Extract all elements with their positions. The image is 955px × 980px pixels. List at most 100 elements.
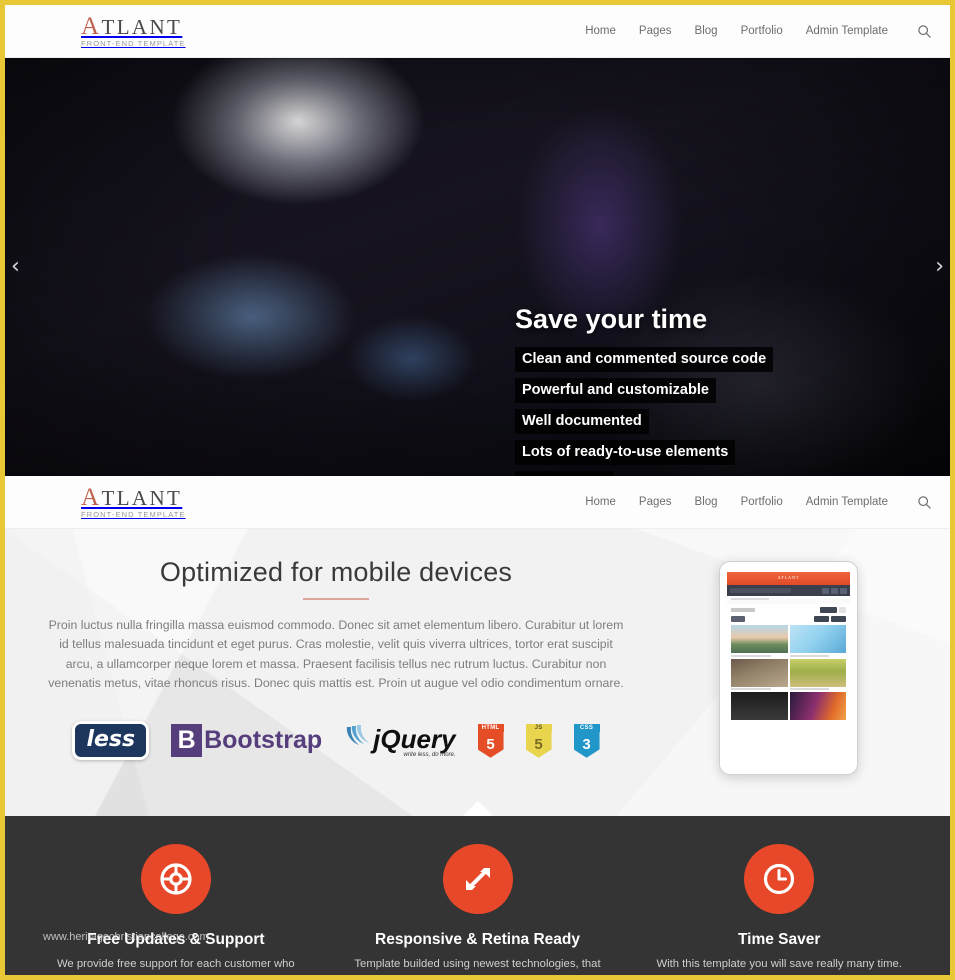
tablet-photo-thumb: [731, 625, 788, 653]
tablet-mockup: ATLANT: [719, 561, 858, 775]
tablet-app-header: ATLANT: [727, 572, 850, 585]
tablet-button: [814, 616, 829, 622]
top-navbar: ATLANT FRONT-END TEMPLATE Home Pages Blo…: [5, 5, 950, 58]
tablet-search-field: [730, 588, 791, 593]
tablet-photo-cell: [789, 625, 846, 657]
hero-content: Save your time Clean and commented sourc…: [515, 304, 774, 476]
less-logo: less: [72, 721, 150, 761]
slider-prev-arrow[interactable]: ‹: [11, 256, 20, 278]
sticky-nav-item-pages[interactable]: Pages: [639, 496, 672, 508]
feature-title: Time Saver: [737, 931, 821, 948]
hero-bullet-4: Lots of ready-to-use elements: [515, 440, 736, 465]
feature-text: With this template you will save really …: [650, 956, 908, 975]
sticky-logo-tagline: FRONT-END TEMPLATE: [81, 510, 186, 520]
feature-responsive-retina: Responsive & Retina Ready Template build…: [327, 844, 629, 975]
tablet-photo-thumb: [789, 658, 846, 687]
css3-logo: CSS 3: [573, 723, 600, 758]
sticky-logo-wordmark: ATLANT: [81, 485, 186, 510]
sticky-nav-item-home[interactable]: Home: [585, 496, 616, 508]
sticky-nav-item-admin-template[interactable]: Admin Template: [806, 496, 888, 508]
jquery-swoosh-icon: [344, 723, 370, 754]
feature-text-before: With this template you will save really …: [656, 958, 902, 975]
tablet-photo-cell: [789, 658, 846, 690]
logo-tagline: FRONT-END TEMPLATE: [81, 39, 186, 49]
feature-title: Responsive & Retina Ready: [375, 931, 581, 948]
feature-time-saver: Time Saver With this template you will s…: [628, 844, 930, 975]
tablet-filter-button: [731, 616, 745, 622]
bootstrap-wordmark: Bootstrap: [204, 726, 323, 755]
sticky-site-logo[interactable]: ATLANT FRONT-END TEMPLATE: [81, 485, 186, 519]
jquery-wordmark: jQuery write less, do more.: [373, 726, 455, 758]
tablet-photo-thumb: [731, 692, 788, 720]
nav-item-home[interactable]: Home: [585, 25, 616, 37]
life-ring-icon: [140, 844, 211, 914]
sticky-logo-initial: A: [81, 484, 102, 512]
feature-text: Template builded using newest technologi…: [354, 958, 601, 975]
sticky-nav-item-portfolio[interactable]: Portfolio: [741, 496, 783, 508]
tablet-icon: [840, 587, 847, 594]
sticky-logo-rest: TLANT: [101, 486, 183, 511]
logo-wordmark: ATLANT: [81, 14, 186, 39]
sticky-nav-item-blog[interactable]: Blog: [695, 496, 718, 508]
tablet-photo-cell: [731, 692, 788, 720]
jquery-label: jQuery: [373, 724, 456, 755]
sticky-navbar: ATLANT FRONT-END TEMPLATE Home Pages Blo…: [5, 476, 950, 529]
tablet-app-logo: ATLANT: [777, 575, 800, 580]
nav-item-pages[interactable]: Pages: [639, 25, 672, 37]
hero-vignette: [5, 58, 950, 476]
tablet-action-buttons: [814, 616, 846, 622]
site-logo[interactable]: ATLANT FRONT-END TEMPLATE: [81, 14, 186, 48]
mobile-devices-section: Optimized for mobile devices Proin luctu…: [5, 529, 950, 816]
hero-bullet-1: Clean and commented source code: [515, 347, 774, 372]
title-underline-rule: [303, 598, 369, 600]
search-icon[interactable]: [917, 24, 932, 39]
logo-rest: TLANT: [101, 15, 183, 40]
tablet-button: [820, 607, 837, 613]
tablet-icon: [822, 587, 829, 594]
tablet-toolbar-buttons: [820, 607, 846, 613]
css3-label: CSS: [573, 723, 600, 732]
tablet-button: [839, 607, 846, 613]
feature-free-updates-support: Free Updates & Support We provide free s…: [25, 844, 327, 975]
tablet-gallery-toolbar: [727, 604, 850, 616]
feature-title: Free Updates & Support: [87, 931, 265, 948]
hero-bullet-2: Powerful and customizable: [515, 378, 716, 403]
slider-next-arrow[interactable]: ›: [935, 256, 944, 278]
tablet-gallery-title: [731, 608, 755, 612]
tablet-photo-grid: [727, 625, 850, 720]
tablet-photo-cell: [731, 625, 788, 657]
tablet-screen: ATLANT: [727, 572, 850, 764]
hero-title: Save your time: [515, 304, 708, 334]
hero-bullet-row: Lots of ready-to-use elements: [515, 440, 773, 471]
nav-links: Home Pages Blog Portfolio Admin Template: [585, 24, 932, 39]
tablet-photo-thumb: [731, 658, 788, 687]
bootstrap-mark: B: [171, 724, 203, 758]
nav-item-portfolio[interactable]: Portfolio: [741, 25, 783, 37]
hero-bullet-3: Well documented: [515, 409, 649, 434]
bootstrap-logo: B Bootstrap: [171, 724, 323, 758]
features-section: Free Updates & Support We provide free s…: [5, 816, 950, 975]
mobile-section-text-column: Optimized for mobile devices Proin luctu…: [25, 557, 647, 775]
nav-item-admin-template[interactable]: Admin Template: [806, 25, 888, 37]
sticky-search-icon[interactable]: [917, 495, 932, 510]
javascript-logo: JS 5: [525, 723, 552, 758]
section-diamond-divider: [463, 800, 492, 816]
tablet-photo-thumb: [789, 692, 846, 720]
nav-item-blog[interactable]: Blog: [695, 25, 718, 37]
hero-bullet-row: Best UI ever: [515, 471, 773, 476]
logo-initial: A: [81, 13, 102, 41]
expand-arrows-icon: [442, 844, 513, 914]
css3-mark: 3: [573, 731, 600, 758]
hero-bullet-row: Powerful and customizable: [515, 378, 773, 409]
tablet-app-searchbar: [727, 585, 850, 596]
hero-bullet-row: Well documented: [515, 409, 773, 440]
mobile-section-title: Optimized for mobile devices: [159, 557, 513, 587]
html5-mark: 5: [477, 731, 504, 758]
html5-label: HTML: [477, 723, 504, 732]
jquery-logo: jQuery write less, do more.: [344, 723, 456, 758]
tablet-button: [831, 616, 846, 622]
tablet-photo-cell: [731, 658, 788, 690]
tablet-mockup-column: ATLANT: [647, 557, 930, 775]
hero-bullet-5: Best UI ever: [515, 471, 613, 476]
mobile-section-body: Proin luctus nulla fringilla massa euism…: [48, 618, 624, 690]
